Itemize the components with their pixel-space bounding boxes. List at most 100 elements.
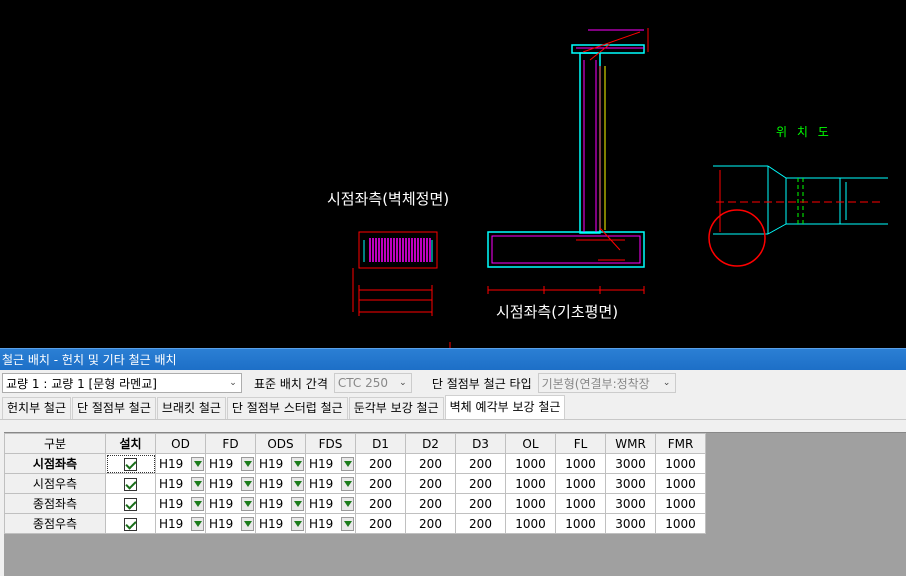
- ods-value: H19: [259, 516, 284, 531]
- row-header[interactable]: 시점우측: [4, 473, 106, 494]
- column-header-division: 구분: [4, 433, 106, 454]
- ol-cell[interactable]: 1000: [505, 453, 556, 474]
- tab-bracket-rebar[interactable]: 브래킷 철근: [156, 397, 226, 419]
- fds-value: H19: [309, 476, 334, 491]
- wmr-cell[interactable]: 3000: [605, 493, 656, 514]
- fds-select-cell[interactable]: H19: [305, 513, 356, 534]
- column-header-d1: D1: [355, 433, 406, 454]
- ol-cell[interactable]: 1000: [505, 493, 556, 514]
- dropdown-arrow-icon[interactable]: [291, 496, 304, 511]
- fmr-cell[interactable]: 1000: [655, 513, 706, 534]
- ods-value: H19: [259, 496, 284, 511]
- dropdown-arrow-icon[interactable]: [241, 516, 254, 531]
- ods-select-cell[interactable]: H19: [255, 473, 306, 494]
- od-select-cell[interactable]: H19: [155, 493, 206, 514]
- dropdown-arrow-icon[interactable]: [291, 456, 304, 471]
- od-select-cell[interactable]: H19: [155, 473, 206, 494]
- fd-select-cell[interactable]: H19: [205, 473, 256, 494]
- bridge-select[interactable]: 교량 1 : 교량 1 [문형 라멘교] ⌄: [2, 373, 242, 393]
- d1-cell[interactable]: 200: [355, 513, 406, 534]
- row-header[interactable]: 시점좌측: [4, 453, 106, 474]
- ods-select-cell[interactable]: H19: [255, 493, 306, 514]
- d2-cell[interactable]: 200: [405, 453, 456, 474]
- d1-cell[interactable]: 200: [355, 493, 406, 514]
- end-type-select[interactable]: 기본형(연결부:정착장 ⌄: [537, 373, 676, 393]
- dropdown-arrow-icon[interactable]: [191, 496, 204, 511]
- d3-cell[interactable]: 200: [455, 473, 506, 494]
- foundation-plan-label: 시점좌측(기초평면): [496, 303, 619, 321]
- tab-obtuse-reinforcement-rebar[interactable]: 둔각부 보강 철근: [348, 397, 444, 419]
- fd-select-cell[interactable]: H19: [205, 493, 256, 514]
- column-header-ods: ODS: [255, 433, 306, 454]
- dropdown-arrow-icon[interactable]: [191, 516, 204, 531]
- location-plan-drawing: [708, 165, 888, 267]
- od-select-cell[interactable]: H19: [155, 453, 206, 474]
- install-checkbox-cell[interactable]: [105, 513, 156, 534]
- od-select-cell[interactable]: H19: [155, 513, 206, 534]
- dropdown-arrow-icon[interactable]: [341, 516, 354, 531]
- dropdown-arrow-icon[interactable]: [191, 456, 204, 471]
- fl-cell[interactable]: 1000: [555, 493, 606, 514]
- end-type-label: 단 절점부 철근 타입: [431, 376, 532, 391]
- dropdown-arrow-icon[interactable]: [341, 496, 354, 511]
- wmr-cell[interactable]: 3000: [605, 453, 656, 474]
- checkbox-checked-icon[interactable]: [124, 477, 137, 491]
- checkbox-checked-icon[interactable]: [124, 497, 137, 511]
- column-header-fds: FDS: [305, 433, 356, 454]
- fmr-cell[interactable]: 1000: [655, 473, 706, 494]
- fd-value: H19: [209, 456, 234, 471]
- fl-cell[interactable]: 1000: [555, 513, 606, 534]
- tab-haunch-rebar[interactable]: 헌치부 철근: [2, 397, 72, 419]
- fmr-cell[interactable]: 1000: [655, 453, 706, 474]
- cad-drawing-view[interactable]: 시점좌측(벽체정면) 시점좌측(기초평면) 위 치 도: [0, 0, 906, 348]
- spacing-label: 표준 배치 간격: [254, 376, 328, 391]
- fds-value: H19: [309, 516, 334, 531]
- d3-cell[interactable]: 200: [455, 453, 506, 474]
- install-checkbox-cell[interactable]: [105, 473, 156, 494]
- dropdown-arrow-icon[interactable]: [291, 476, 304, 491]
- dropdown-arrow-icon[interactable]: [191, 476, 204, 491]
- fl-cell[interactable]: 1000: [555, 453, 606, 474]
- fl-cell[interactable]: 1000: [555, 473, 606, 494]
- ods-select-cell[interactable]: H19: [255, 453, 306, 474]
- tab-end-joint-rebar[interactable]: 단 절점부 철근: [72, 397, 156, 419]
- fmr-cell[interactable]: 1000: [655, 493, 706, 514]
- fds-select-cell[interactable]: H19: [305, 473, 356, 494]
- checkbox-checked-icon[interactable]: [124, 517, 137, 531]
- fds-select-cell[interactable]: H19: [305, 453, 356, 474]
- tab-end-joint-stirrup-rebar[interactable]: 단 절점부 스터럽 철근: [226, 397, 348, 419]
- row-header[interactable]: 종점우측: [4, 513, 106, 534]
- end-type-select-value: 기본형(연결부:정착장: [541, 376, 650, 391]
- d2-cell[interactable]: 200: [405, 513, 456, 534]
- dropdown-arrow-icon[interactable]: [241, 476, 254, 491]
- dropdown-arrow-icon[interactable]: [241, 456, 254, 471]
- dropdown-arrow-icon[interactable]: [341, 456, 354, 471]
- row-header[interactable]: 종점좌측: [4, 493, 106, 514]
- checkbox-checked-icon[interactable]: [124, 457, 137, 471]
- install-checkbox-cell[interactable]: [105, 493, 156, 514]
- fd-select-cell[interactable]: H19: [205, 453, 256, 474]
- wmr-cell[interactable]: 3000: [605, 473, 656, 494]
- d2-cell[interactable]: 200: [405, 493, 456, 514]
- fd-select-cell[interactable]: H19: [205, 513, 256, 534]
- table-row: 종점좌측 H19 H19 H19 H19 200 200 200 1000 1000 3000 100…: [4, 493, 706, 514]
- rebar-grid-area: 구분 설치 OD FD ODS FDS D1 D2 D3 OL FL WMR F…: [4, 432, 906, 576]
- d1-cell[interactable]: 200: [355, 453, 406, 474]
- dropdown-arrow-icon[interactable]: [341, 476, 354, 491]
- ods-select-cell[interactable]: H19: [255, 513, 306, 534]
- fd-value: H19: [209, 496, 234, 511]
- dropdown-arrow-icon[interactable]: [291, 516, 304, 531]
- d3-cell[interactable]: 200: [455, 513, 506, 534]
- d1-cell[interactable]: 200: [355, 473, 406, 494]
- install-checkbox-cell[interactable]: [105, 453, 156, 474]
- spacing-select[interactable]: CTC 250 ⌄: [333, 373, 412, 393]
- fds-select-cell[interactable]: H19: [305, 493, 356, 514]
- dropdown-arrow-icon[interactable]: [241, 496, 254, 511]
- d2-cell[interactable]: 200: [405, 473, 456, 494]
- ol-cell[interactable]: 1000: [505, 473, 556, 494]
- ol-cell[interactable]: 1000: [505, 513, 556, 534]
- wmr-cell[interactable]: 3000: [605, 513, 656, 534]
- od-value: H19: [159, 516, 184, 531]
- tab-wall-acute-reinforcement-rebar[interactable]: 벽체 예각부 보강 철근: [444, 395, 566, 419]
- d3-cell[interactable]: 200: [455, 493, 506, 514]
